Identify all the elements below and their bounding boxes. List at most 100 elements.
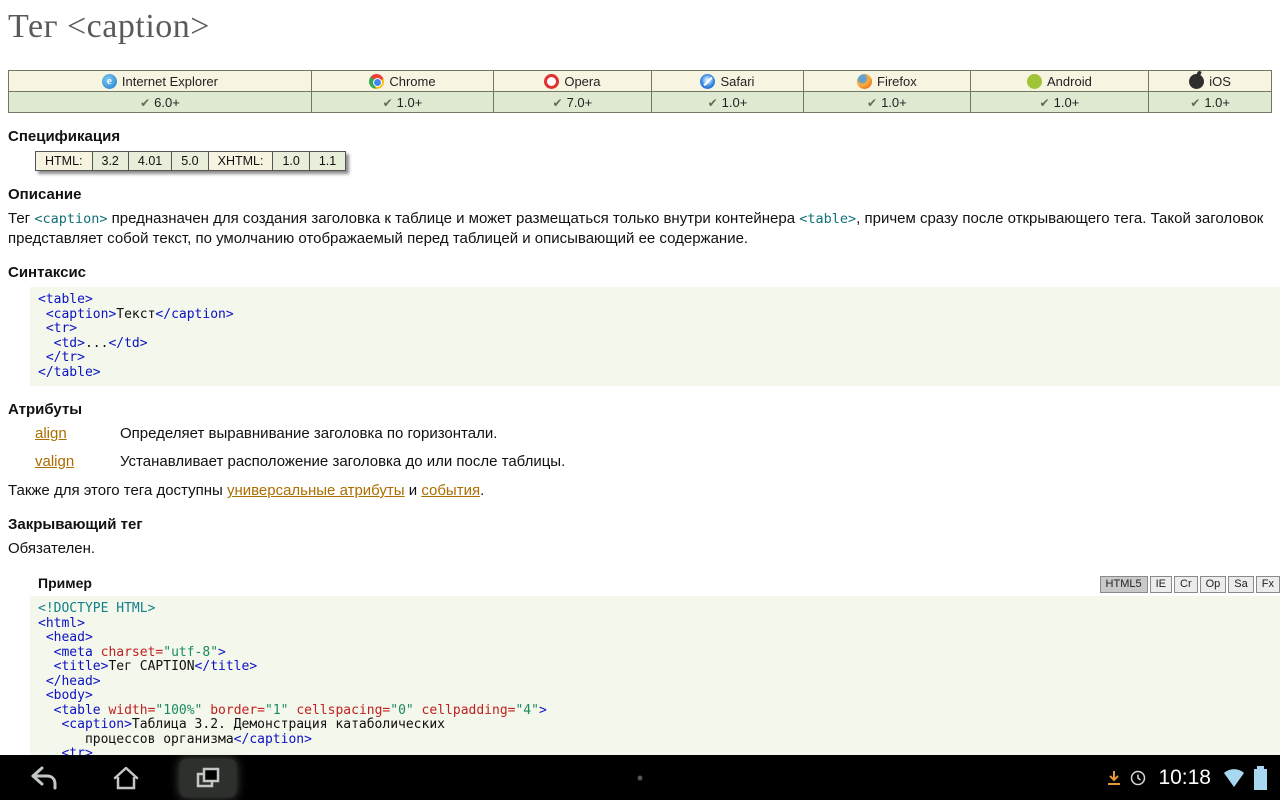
check-icon: ✔: [1190, 96, 1200, 110]
code-line: </tr>: [38, 351, 1272, 366]
description-heading: Описание: [8, 186, 1272, 203]
status-area[interactable]: 10:18: [1106, 766, 1268, 790]
browser-support-table: Internet ExplorerChromeOperaSafariFirefo…: [8, 70, 1272, 113]
text-link[interactable]: универсальные атрибуты: [227, 482, 405, 499]
check-icon: ✔: [708, 96, 718, 110]
page-scroll-area[interactable]: Тег <caption> Internet ExplorerChromeOpe…: [0, 0, 1280, 755]
code-line: <meta charset="utf-8">: [38, 646, 1272, 661]
check-icon: ✔: [383, 96, 393, 110]
code-line: <caption>Текст</caption>: [38, 308, 1272, 323]
text-run: Тег: [8, 210, 34, 227]
code-line: <!DOCTYPE HTML>: [38, 602, 1272, 617]
check-icon: ✔: [553, 96, 563, 110]
code-line: <html>: [38, 617, 1272, 632]
status-time: 10:18: [1158, 766, 1211, 790]
inline-tag-code: <caption>: [34, 211, 107, 227]
syntax-code-block: <table> <caption>Текст</caption> <tr> <t…: [30, 287, 1280, 386]
battery-icon: [1253, 766, 1268, 790]
example-code-block: <!DOCTYPE HTML><html> <head> <meta chars…: [30, 596, 1280, 755]
attributes-list: alignОпределяет выравнивание заголовка п…: [8, 425, 1272, 470]
browser-version: ✔6.0+: [9, 92, 312, 113]
code-line: <tr>: [38, 747, 1272, 755]
text-run: предназначен для создания заголовка к та…: [107, 210, 799, 227]
browser-header-safari: Safari: [651, 71, 803, 92]
attribute-row: valignУстанавливает расположение заголов…: [35, 453, 1272, 470]
spec-version: 1.0: [273, 152, 309, 171]
browser-version: ✔1.0+: [1149, 92, 1272, 113]
spec-version: 1.1: [309, 152, 345, 171]
attribute-description: Определяет выравнивание заголовка по гор…: [120, 425, 497, 442]
browser-header-android: Android: [970, 71, 1149, 92]
browser-version: ✔1.0+: [970, 92, 1149, 113]
check-icon: ✔: [1040, 96, 1050, 110]
attribute-link-align[interactable]: align: [35, 425, 120, 442]
spec-label: XHTML:: [208, 152, 273, 171]
tablet-screen: Тег <caption> Internet ExplorerChromeOpe…: [0, 0, 1280, 800]
menu-dot: [638, 775, 643, 780]
example-tab-fx[interactable]: Fx: [1256, 576, 1280, 593]
code-line: <td>...</td>: [38, 337, 1272, 352]
attributes-heading: Атрибуты: [8, 401, 1272, 418]
wifi-icon: [1223, 768, 1245, 788]
spec-version: 4.01: [128, 152, 171, 171]
spec-version: 3.2: [92, 152, 128, 171]
check-icon: ✔: [867, 96, 877, 110]
attribute-description: Устанавливает расположение заголовка до …: [120, 453, 565, 470]
example-tab-html5[interactable]: HTML5: [1100, 576, 1148, 593]
safari-icon: [700, 74, 715, 89]
code-line: <caption>Таблица 3.2. Демонстрация катаб…: [38, 718, 1272, 733]
inline-tag-code: <table>: [799, 211, 856, 227]
chrome-icon: [369, 74, 384, 89]
browser-header-opera: Opera: [494, 71, 652, 92]
browser-version: ✔7.0+: [494, 92, 652, 113]
check-icon: ✔: [140, 96, 150, 110]
browser-header-chrome: Chrome: [311, 71, 493, 92]
page-title: Тег <caption>: [8, 8, 1272, 46]
code-line: <table>: [38, 293, 1272, 308]
text-run: и: [405, 482, 422, 499]
android-navigation-bar: 10:18: [0, 755, 1280, 800]
specification-heading: Спецификация: [8, 128, 1272, 145]
code-line: <tr>: [38, 322, 1272, 337]
text-link[interactable]: события: [421, 482, 480, 499]
home-button[interactable]: [98, 759, 154, 797]
ie-icon: [102, 74, 117, 89]
attribute-row: alignОпределяет выравнивание заголовка п…: [35, 425, 1272, 442]
closing-tag-text: Обязателен.: [8, 539, 1272, 559]
recent-apps-button[interactable]: [180, 759, 236, 797]
code-line: процессов организма</caption>: [38, 733, 1272, 748]
example-heading: Пример: [38, 575, 92, 593]
code-line: <body>: [38, 689, 1272, 704]
browser-version: ✔1.0+: [651, 92, 803, 113]
closing-tag-heading: Закрывающий тег: [8, 516, 1272, 533]
browser-header-apple: iOS: [1149, 71, 1272, 92]
download-notification-icon: [1106, 770, 1122, 786]
android-icon: [1027, 74, 1042, 89]
specification-table: HTML:3.24.015.0XHTML:1.01.1: [35, 151, 346, 171]
spec-version: 5.0: [172, 152, 208, 171]
nav-buttons: [16, 759, 236, 797]
syntax-heading: Синтаксис: [8, 264, 1272, 281]
example-tab-ie[interactable]: IE: [1150, 576, 1172, 593]
description-paragraph: Тег <caption> предназначен для создания …: [8, 209, 1272, 249]
back-button[interactable]: [16, 759, 72, 797]
recent-apps-icon: [194, 765, 222, 791]
browser-version: ✔1.0+: [311, 92, 493, 113]
code-line: </head>: [38, 675, 1272, 690]
home-icon: [112, 765, 140, 791]
example-tab-op[interactable]: Op: [1200, 576, 1227, 593]
spec-label: HTML:: [36, 152, 93, 171]
code-line: <title>Тег CAPTION</title>: [38, 660, 1272, 675]
opera-icon: [544, 74, 559, 89]
example-tab-sa[interactable]: Sa: [1228, 576, 1253, 593]
browser-version: ✔1.0+: [804, 92, 970, 113]
example-header: Пример HTML5IECrOpSaFx: [38, 575, 1280, 593]
text-run: .: [480, 482, 484, 499]
example-tabs: HTML5IECrOpSaFx: [1098, 576, 1280, 593]
browser-header-firefox: Firefox: [804, 71, 970, 92]
code-line: <head>: [38, 631, 1272, 646]
example-tab-cr[interactable]: Cr: [1174, 576, 1198, 593]
code-line: <table width="100%" border="1" cellspaci…: [38, 704, 1272, 719]
attribute-link-valign[interactable]: valign: [35, 453, 120, 470]
apple-icon: [1189, 74, 1204, 89]
